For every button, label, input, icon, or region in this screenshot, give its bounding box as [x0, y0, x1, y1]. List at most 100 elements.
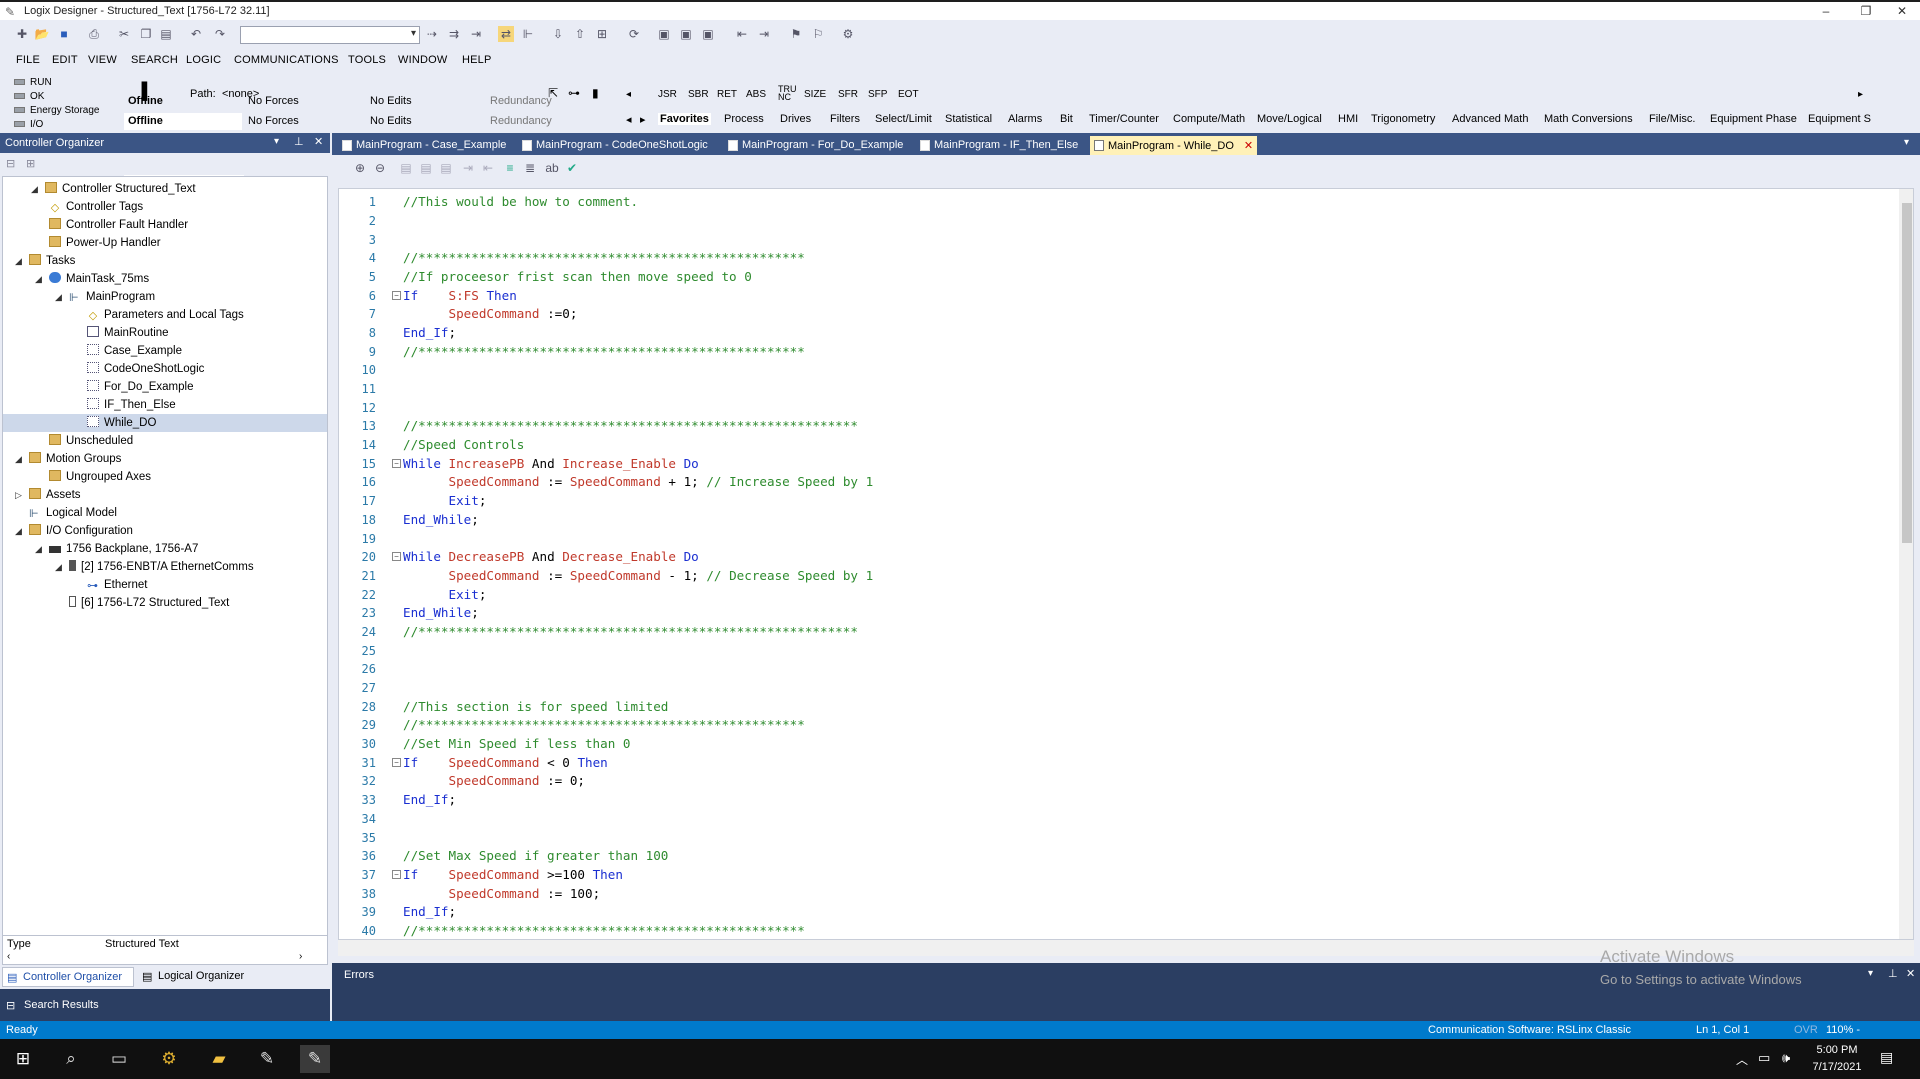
code-line[interactable]: //If proceesor frist scan then move spee…: [403, 269, 752, 284]
scroll-right-icon[interactable]: ›: [299, 951, 302, 962]
tab-case-example[interactable]: MainProgram - Case_Example: [338, 136, 510, 155]
nav-back-icon[interactable]: ⇤: [734, 26, 750, 42]
menu-tools[interactable]: TOOLS: [348, 54, 386, 66]
code-line[interactable]: Exit;: [403, 493, 487, 508]
network-tray-icon[interactable]: ▭: [1758, 1050, 1770, 1066]
menu-edit[interactable]: EDIT: [52, 54, 78, 66]
zoom-in-icon[interactable]: ⊕: [352, 160, 368, 176]
instr-sfr[interactable]: SFR: [838, 89, 858, 100]
tree-unscheduled[interactable]: Unscheduled: [49, 432, 133, 450]
goto-icon[interactable]: ⇥: [468, 26, 484, 42]
window-a-icon[interactable]: ▣: [656, 26, 672, 42]
collapse-icon[interactable]: ◢: [15, 252, 22, 270]
tab-while-do[interactable]: MainProgram - While_DO ✕: [1090, 136, 1258, 155]
cat-equipment-phase[interactable]: Equipment Phase: [1710, 113, 1797, 125]
instr-abs[interactable]: ABS: [746, 89, 766, 100]
cat-alarms[interactable]: Alarms: [1008, 113, 1042, 125]
window-c-icon[interactable]: ▣: [700, 26, 716, 42]
tree-if-then-else[interactable]: IF_Then_Else: [87, 396, 176, 414]
clock-time[interactable]: 5:00 PM: [1810, 1044, 1864, 1056]
tree-fault-handler[interactable]: Controller Fault Handler: [49, 216, 188, 234]
code-line[interactable]: If S:FS Then: [403, 288, 517, 303]
tree-logical-model[interactable]: ⊩ Logical Model: [29, 504, 117, 522]
edits-value[interactable]: No Edits: [370, 95, 412, 107]
tree-io-config[interactable]: ◢ I/O Configuration: [15, 522, 133, 540]
code-line[interactable]: //This section is for speed limited: [403, 699, 668, 714]
undo-icon[interactable]: ↶: [188, 26, 204, 42]
format-a-icon[interactable]: ▤: [398, 160, 414, 176]
close-tab-icon[interactable]: ✕: [1244, 140, 1253, 152]
errors-pin-icon[interactable]: ⊥: [1888, 967, 1898, 980]
cat-select-limit[interactable]: Select/Limit: [875, 113, 932, 125]
bookmark-clear-icon[interactable]: ⚐: [810, 26, 826, 42]
tree-params-tags[interactable]: ◇ Parameters and Local Tags: [87, 306, 244, 324]
cat-advanced-math[interactable]: Advanced Math: [1452, 113, 1528, 125]
new-icon[interactable]: ✚: [14, 26, 30, 42]
volume-icon[interactable]: 🕪: [1782, 1050, 1790, 1066]
tree-codeoneshot[interactable]: CodeOneShotLogic: [87, 360, 204, 378]
cat-compute-math[interactable]: Compute/Math: [1173, 113, 1245, 125]
scrollbar-thumb[interactable]: [1902, 203, 1912, 543]
search-icon[interactable]: ⌕: [56, 1045, 86, 1073]
mode-value[interactable]: Offline: [128, 95, 163, 107]
tree-while-do[interactable]: While_DO: [3, 414, 327, 432]
collapse-icon[interactable]: ◢: [15, 522, 22, 540]
expand-icon[interactable]: ▷: [15, 486, 22, 504]
code-line[interactable]: End_If;: [403, 904, 456, 919]
nav-forward-icon[interactable]: ⇥: [756, 26, 772, 42]
edits-text[interactable]: No Edits: [370, 115, 412, 127]
print-icon[interactable]: ⎙: [86, 26, 102, 42]
tree-assets[interactable]: ▷ Assets: [15, 486, 81, 504]
file-explorer-icon[interactable]: ▰: [204, 1045, 234, 1073]
instr-trunc[interactable]: TRU NC: [778, 85, 797, 102]
instr-size[interactable]: SIZE: [804, 89, 826, 100]
compare-icon[interactable]: ⊞: [594, 26, 610, 42]
outdent-icon[interactable]: ⇤: [480, 160, 496, 176]
bookmark-icon[interactable]: ⚑: [788, 26, 804, 42]
redundancy-value[interactable]: Redundancy: [490, 95, 552, 107]
code-editor[interactable]: 1 2 3 4 5 6 7 8 9 10 11 12 13 14 15 16 1…: [338, 188, 1914, 940]
window-b-icon[interactable]: ▣: [678, 26, 694, 42]
code-line[interactable]: //Speed Controls: [403, 437, 524, 452]
fold-toggle-icon[interactable]: −: [392, 870, 401, 879]
scroll-left-icon[interactable]: ◂: [626, 89, 631, 100]
tree-controller[interactable]: ◢ Controller Structured_Text: [31, 180, 196, 198]
redo-icon[interactable]: ↷: [212, 26, 228, 42]
code-line[interactable]: //**************************************…: [403, 923, 805, 938]
collapse-icon[interactable]: ◢: [15, 450, 22, 468]
fold-toggle-icon[interactable]: −: [392, 758, 401, 767]
code-line[interactable]: //Set Min Speed if less than 0: [403, 736, 630, 751]
code-line[interactable]: //**************************************…: [403, 717, 805, 732]
organizer-dropdown-icon[interactable]: ▾: [274, 136, 279, 147]
code-line[interactable]: SpeedCommand := SpeedCommand + 1; // Inc…: [403, 474, 874, 489]
code-line[interactable]: //**************************************…: [403, 250, 805, 265]
windows-start-icon[interactable]: ⊞: [8, 1045, 38, 1073]
cat-file-misc[interactable]: File/Misc.: [1649, 113, 1695, 125]
cut-icon[interactable]: ✂: [116, 26, 132, 42]
search-combo[interactable]: ▾: [240, 26, 420, 44]
collapse-icon[interactable]: ◢: [55, 558, 62, 576]
search-results-label[interactable]: Search Results: [24, 999, 99, 1011]
code-line[interactable]: End_While;: [403, 605, 479, 620]
tab-for-do-example[interactable]: MainProgram - For_Do_Example: [724, 136, 907, 155]
menu-file[interactable]: FILE: [16, 54, 40, 66]
tree-backplane[interactable]: ◢ 1756 Backplane, 1756-A7: [35, 540, 198, 558]
scroll-left-icon[interactable]: ‹: [7, 951, 10, 962]
collapse-all-icon[interactable]: ⊟: [6, 157, 15, 170]
code-line[interactable]: End_If;: [403, 792, 456, 807]
code-line[interactable]: //Set Max Speed if greater than 100: [403, 848, 668, 863]
tree-enbt[interactable]: ◢ [2] 1756-ENBT/A EthernetComms: [55, 558, 254, 576]
code-line[interactable]: Exit;: [403, 587, 487, 602]
menu-logic[interactable]: LOGIC: [186, 54, 221, 66]
minimize-button[interactable]: –: [1808, 3, 1844, 19]
save-icon[interactable]: ■: [56, 26, 72, 42]
tree-tasks[interactable]: ◢ Tasks: [15, 252, 75, 270]
menu-search[interactable]: SEARCH: [131, 54, 178, 66]
verify-icon[interactable]: ⇄: [498, 26, 514, 42]
tab-list-icon[interactable]: ▾: [1904, 137, 1909, 148]
menu-window[interactable]: WINDOW: [398, 54, 447, 66]
instr-sbr[interactable]: SBR: [688, 89, 709, 100]
code-line[interactable]: SpeedCommand := 0;: [403, 773, 586, 788]
code-line[interactable]: End_If;: [403, 325, 456, 340]
cat-scroll-right-icon[interactable]: ▸: [640, 113, 646, 126]
